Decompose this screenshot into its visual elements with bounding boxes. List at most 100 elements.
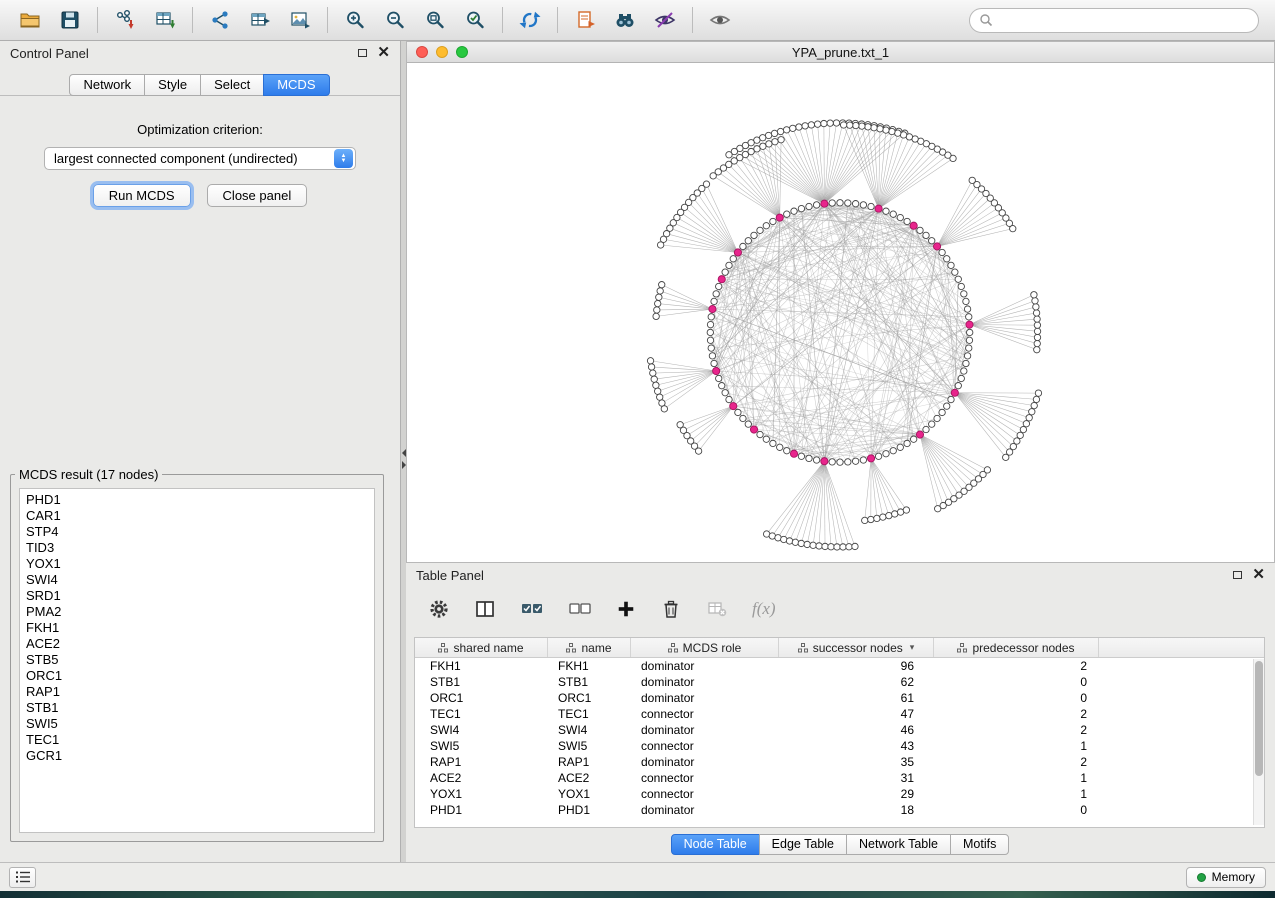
table-row[interactable]: SWI5SWI5connector431 (415, 738, 1264, 754)
table-row[interactable]: SWI4SWI4dominator462 (415, 722, 1264, 738)
table-cell: 0 (934, 674, 1099, 690)
mcds-result-item[interactable]: PHD1 (26, 492, 368, 508)
table-scrollbar[interactable] (1253, 659, 1264, 825)
mcds-result-item[interactable]: STP4 (26, 524, 368, 540)
hide-selected-button[interactable] (648, 4, 682, 36)
close-panel-icon[interactable]: ✕ (377, 48, 390, 58)
mcds-result-list[interactable]: PHD1CAR1STP4TID3YOX1SWI4SRD1PMA2FKH1ACE2… (19, 488, 375, 833)
scrollbar-thumb[interactable] (1255, 661, 1263, 776)
refresh-icon (519, 9, 541, 31)
mcds-result-item[interactable]: STB5 (26, 652, 368, 668)
deselect-all-button[interactable] (568, 598, 592, 620)
export-table-button[interactable] (243, 4, 277, 36)
desktop-wallpaper (0, 891, 1275, 898)
close-table-panel-icon[interactable]: ✕ (1252, 570, 1265, 580)
table-row[interactable]: RAP1RAP1dominator352 (415, 754, 1264, 770)
zoom-selected-button[interactable] (458, 4, 492, 36)
gear-icon (428, 598, 450, 620)
tab-style[interactable]: Style (144, 74, 201, 96)
add-column-button[interactable] (616, 599, 636, 619)
column-header-mcds-role[interactable]: MCDS role (631, 638, 779, 657)
import-table-button[interactable] (148, 4, 182, 36)
column-header-predecessor-nodes[interactable]: predecessor nodes (934, 638, 1099, 657)
search-field[interactable] (969, 8, 1259, 33)
tab-node-table[interactable]: Node Table (671, 834, 760, 855)
column-header-successor-nodes[interactable]: successor nodes ▾ (779, 638, 934, 657)
table-panel: Table Panel ✕ (406, 563, 1275, 862)
tab-select[interactable]: Select (200, 74, 264, 96)
mcds-result-item[interactable]: ORC1 (26, 668, 368, 684)
sort-arrow-icon[interactable]: ▾ (910, 642, 915, 653)
tab-motifs[interactable]: Motifs (950, 834, 1009, 855)
refresh-button[interactable] (513, 4, 547, 36)
show-columns-button[interactable] (474, 598, 496, 620)
network-canvas[interactable] (407, 63, 1274, 562)
search-icon (979, 13, 993, 27)
show-all-button[interactable] (703, 4, 737, 36)
table-cell: 2 (934, 722, 1099, 738)
table-row[interactable]: FKH1FKH1dominator962 (415, 658, 1264, 674)
search-input[interactable] (999, 13, 1249, 27)
column-type-icon (438, 643, 448, 653)
tab-network[interactable]: Network (69, 74, 145, 96)
zoom-out-button[interactable] (378, 4, 412, 36)
tab-edge-table[interactable]: Edge Table (759, 834, 847, 855)
mcds-result-item[interactable]: STB1 (26, 700, 368, 716)
mcds-result-item[interactable]: PMA2 (26, 604, 368, 620)
mcds-result-item[interactable]: YOX1 (26, 556, 368, 572)
window-close-button[interactable] (416, 46, 428, 58)
float-panel-icon[interactable] (358, 49, 367, 57)
column-header-filler (1099, 638, 1264, 657)
mcds-result-item[interactable]: SRD1 (26, 588, 368, 604)
run-mcds-button[interactable]: Run MCDS (93, 184, 191, 207)
tab-mcds[interactable]: MCDS (263, 74, 329, 96)
mcds-result-item[interactable]: RAP1 (26, 684, 368, 700)
network-graph[interactable] (407, 63, 1274, 562)
task-history-button[interactable] (9, 867, 36, 888)
table-row[interactable]: TEC1TEC1connector472 (415, 706, 1264, 722)
search-network-button[interactable] (608, 4, 642, 36)
new-network-button[interactable] (203, 4, 237, 36)
table-toolbar: f(x) (406, 587, 1275, 631)
mcds-result-item[interactable]: FKH1 (26, 620, 368, 636)
mcds-result-item[interactable]: ACE2 (26, 636, 368, 652)
network-titlebar[interactable]: YPA_prune.txt_1 (407, 42, 1274, 63)
table-row[interactable]: ACE2ACE2connector311 (415, 770, 1264, 786)
open-button[interactable] (13, 4, 47, 36)
delete-column-button[interactable] (660, 598, 682, 620)
column-header-shared-name[interactable]: shared name (415, 638, 548, 657)
control-panel-header: Control Panel ✕ (0, 41, 400, 65)
mcds-result-item[interactable]: TEC1 (26, 732, 368, 748)
save-button[interactable] (53, 4, 87, 36)
mcds-result-item[interactable]: SWI4 (26, 572, 368, 588)
table-row[interactable]: STB1STB1dominator620 (415, 674, 1264, 690)
close-panel-button[interactable]: Close panel (207, 184, 308, 207)
toolbar-separator (692, 7, 693, 33)
export-image-button[interactable] (283, 4, 317, 36)
zoom-in-button[interactable] (338, 4, 372, 36)
share-document-button[interactable] (568, 4, 602, 36)
table-settings-button[interactable] (428, 598, 450, 620)
mcds-result-title: MCDS result (17 nodes) (15, 467, 162, 482)
table-row[interactable]: PHD1PHD1dominator180 (415, 802, 1264, 818)
import-network-button[interactable] (108, 4, 142, 36)
select-all-button[interactable] (520, 598, 544, 620)
table-row[interactable]: YOX1YOX1connector291 (415, 786, 1264, 802)
mcds-result-item[interactable]: GCR1 (26, 748, 368, 764)
table-cell: SWI4 (415, 722, 548, 738)
table-row[interactable]: ORC1ORC1dominator610 (415, 690, 1264, 706)
window-zoom-button[interactable] (456, 46, 468, 58)
window-minimize-button[interactable] (436, 46, 448, 58)
zoom-fit-button[interactable] (418, 4, 452, 36)
tab-network-table[interactable]: Network Table (846, 834, 951, 855)
mcds-result-item[interactable]: TID3 (26, 540, 368, 556)
table-cell: dominator (631, 754, 779, 770)
toolbar-separator (192, 7, 193, 33)
toolbar-separator (557, 7, 558, 33)
memory-button[interactable]: Memory (1186, 867, 1266, 888)
float-table-panel-icon[interactable] (1233, 571, 1242, 579)
mcds-result-item[interactable]: SWI5 (26, 716, 368, 732)
column-header-name[interactable]: name (548, 638, 631, 657)
mcds-result-item[interactable]: CAR1 (26, 508, 368, 524)
criterion-dropdown[interactable]: largest connected component (undirected)… (44, 147, 356, 170)
